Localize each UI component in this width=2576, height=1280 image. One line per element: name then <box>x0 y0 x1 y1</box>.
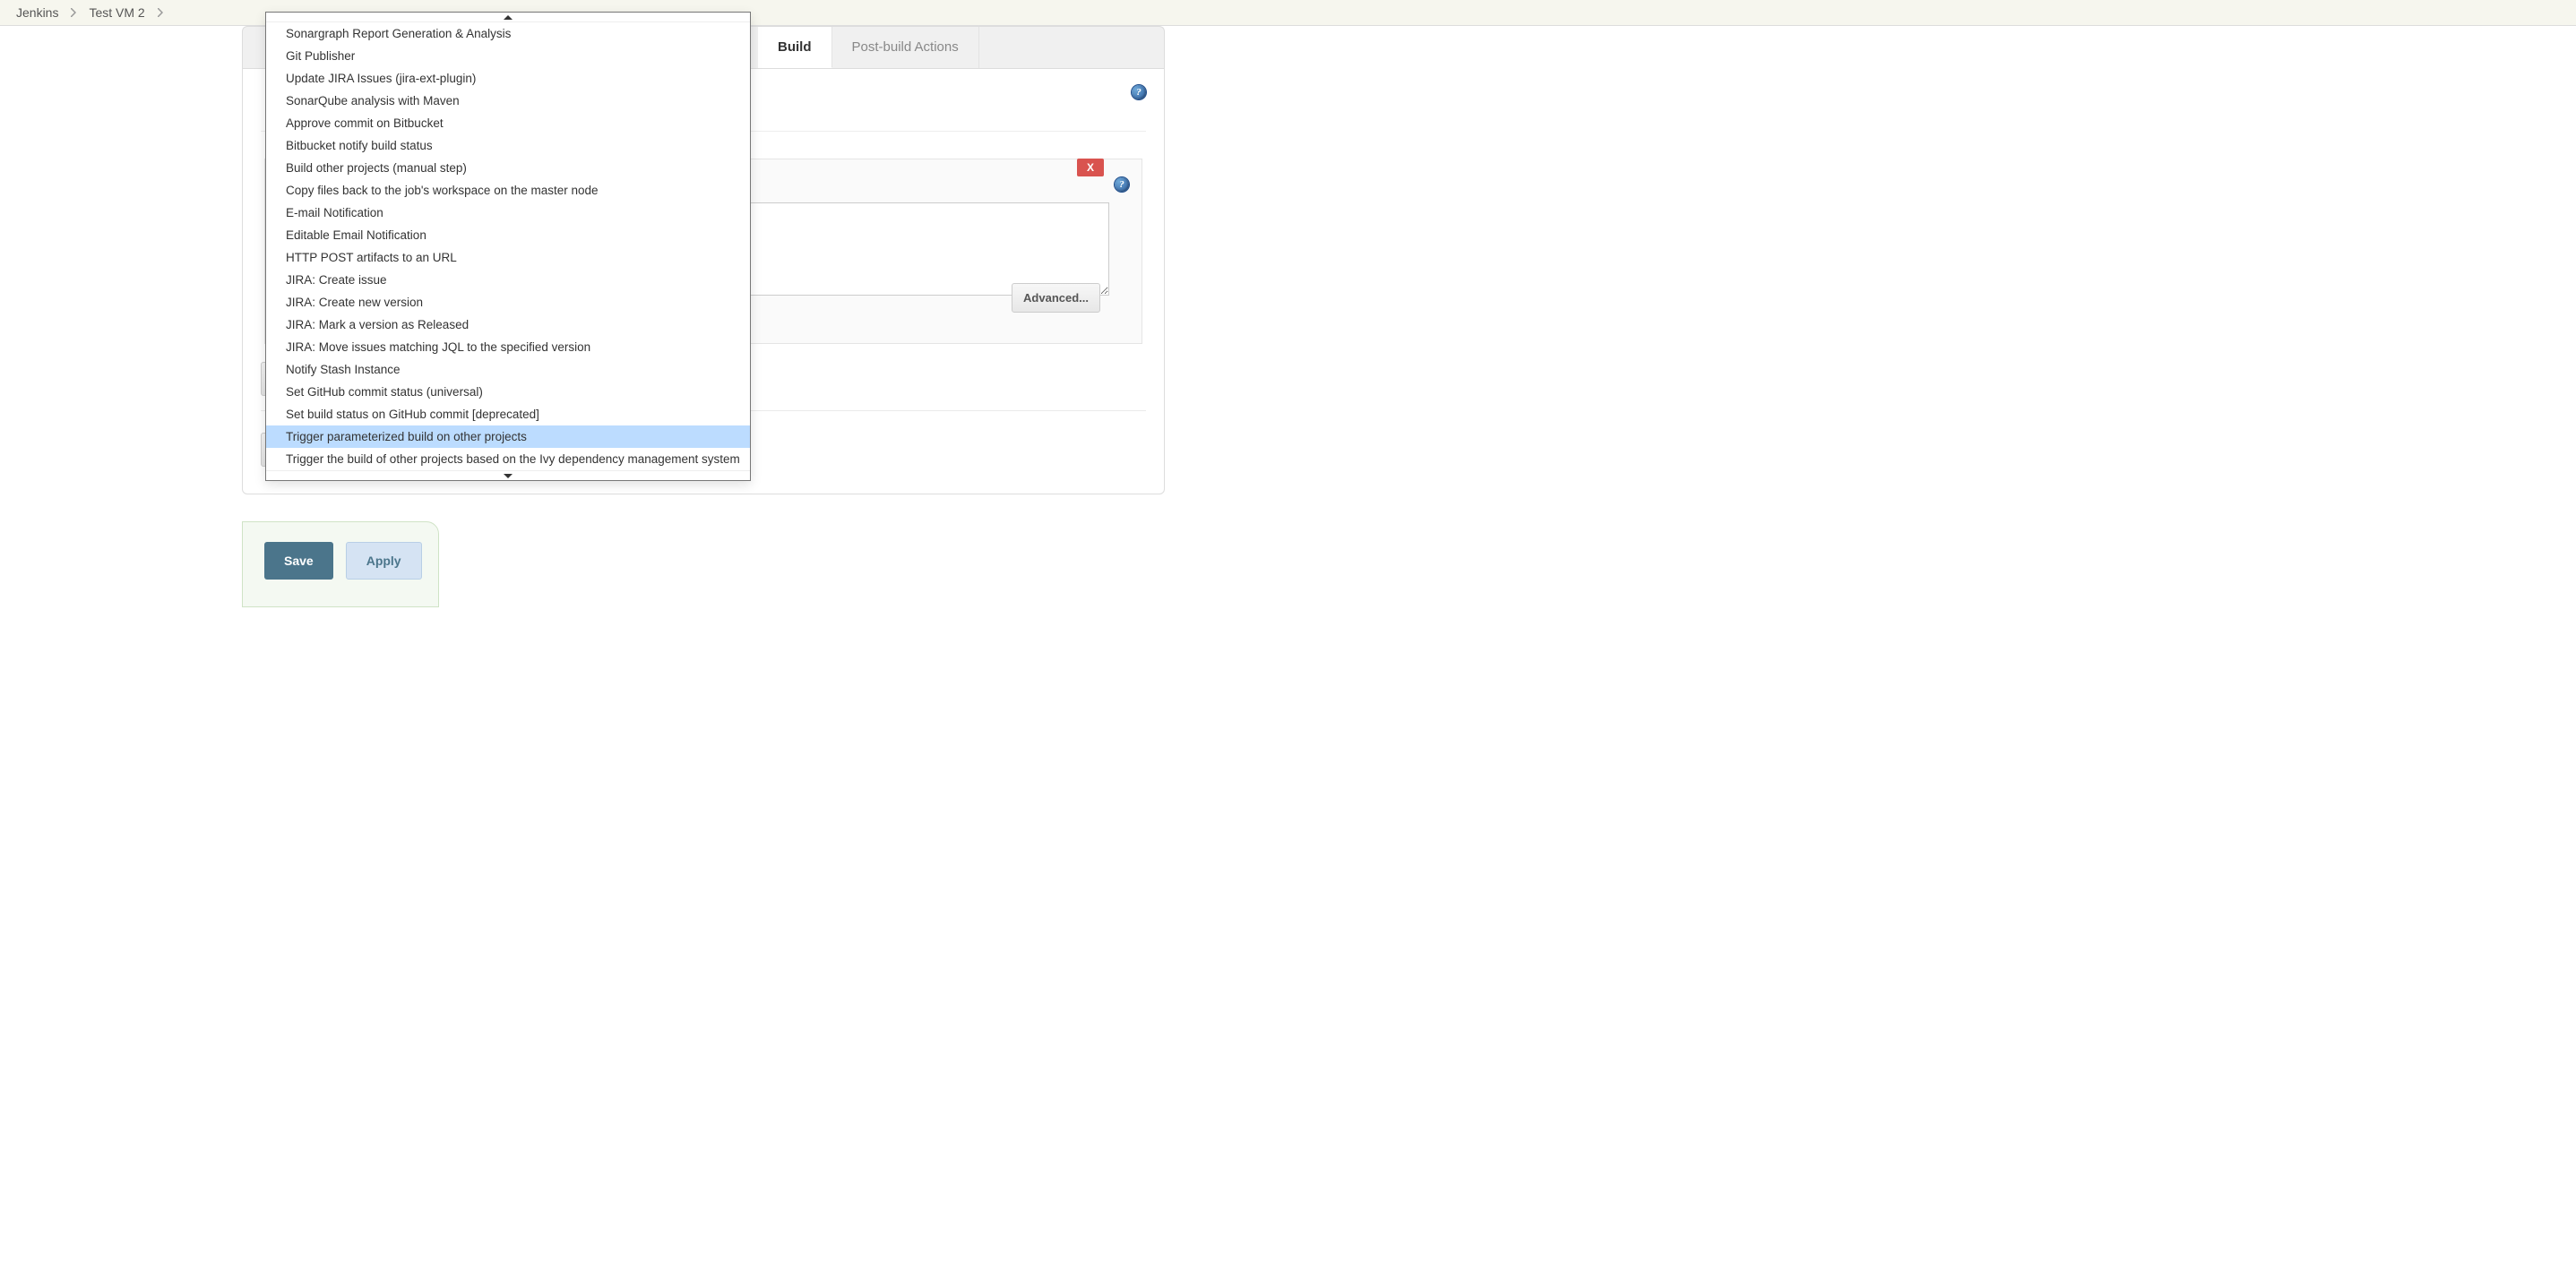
dropdown-item[interactable]: Bitbucket notify build status <box>266 134 750 157</box>
breadcrumb-item[interactable]: Test VM 2 <box>89 5 144 20</box>
tab-post-build-actions[interactable]: Post-build Actions <box>832 27 979 68</box>
dropdown-item[interactable]: SonarQube analysis with Maven <box>266 90 750 112</box>
apply-button[interactable]: Apply <box>346 542 422 580</box>
dropdown-item[interactable]: Trigger parameterized build on other pro… <box>266 425 750 448</box>
dropdown-item[interactable]: JIRA: Move issues matching JQL to the sp… <box>266 336 750 358</box>
chevron-up-icon <box>504 15 513 20</box>
dropdown-item[interactable]: Git Publisher <box>266 45 750 67</box>
dropdown-item[interactable]: JIRA: Create issue <box>266 269 750 291</box>
dropdown-scroll-up[interactable] <box>266 13 750 22</box>
dropdown-item[interactable]: HTTP POST artifacts to an URL <box>266 246 750 269</box>
help-icon[interactable]: ? <box>1132 85 1146 99</box>
dropdown-item[interactable]: Approve commit on Bitbucket <box>266 112 750 134</box>
dropdown-scroll-down[interactable] <box>266 470 750 480</box>
form-actions: Save Apply <box>242 521 439 607</box>
chevron-down-icon <box>504 474 513 478</box>
dropdown-item[interactable]: Sonargraph Report Generation & Analysis <box>266 22 750 45</box>
dropdown-item[interactable]: Editable Email Notification <box>266 224 750 246</box>
post-build-action-dropdown[interactable]: Sonargraph Report Generation & AnalysisG… <box>265 12 751 481</box>
dropdown-item[interactable]: Notify Stash Instance <box>266 358 750 381</box>
dropdown-item[interactable]: Set GitHub commit status (universal) <box>266 381 750 403</box>
dropdown-item[interactable]: JIRA: Mark a version as Released <box>266 314 750 336</box>
dropdown-item[interactable]: Trigger the build of other projects base… <box>266 448 750 470</box>
breadcrumb-root[interactable]: Jenkins <box>16 5 58 20</box>
advanced-button[interactable]: Advanced... <box>1012 283 1100 313</box>
dropdown-item[interactable]: Copy files back to the job's workspace o… <box>266 179 750 202</box>
dropdown-item[interactable]: Set build status on GitHub commit [depre… <box>266 403 750 425</box>
dropdown-item[interactable]: JIRA: Create new version <box>266 291 750 314</box>
help-icon[interactable]: ? <box>1115 177 1129 192</box>
tab-build[interactable]: Build <box>758 27 832 68</box>
save-button[interactable]: Save <box>264 542 333 580</box>
dropdown-list: Sonargraph Report Generation & AnalysisG… <box>266 22 750 470</box>
dropdown-item[interactable]: Build other projects (manual step) <box>266 157 750 179</box>
dropdown-item[interactable]: Update JIRA Issues (jira-ext-plugin) <box>266 67 750 90</box>
dropdown-item[interactable]: E-mail Notification <box>266 202 750 224</box>
delete-step-button[interactable]: X <box>1077 159 1104 176</box>
chevron-right-icon <box>158 8 163 17</box>
chevron-right-icon <box>71 8 76 17</box>
